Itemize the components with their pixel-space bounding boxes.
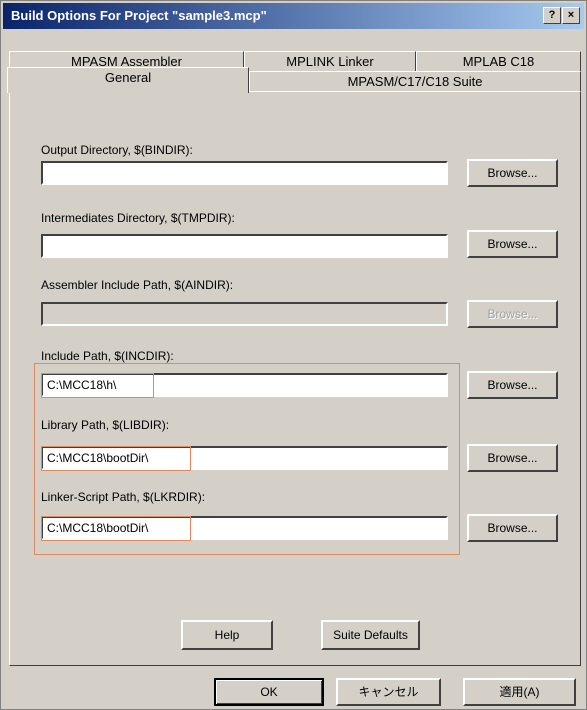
output-directory-input[interactable] [41, 161, 448, 185]
assembler-include-path-browse-button: Browse... [467, 300, 558, 328]
include-path-value: C:\MCC18\h\ [47, 378, 117, 392]
help-icon[interactable]: ? [543, 7, 561, 24]
tab-mplink-linker[interactable]: MPLINK Linker [244, 51, 416, 71]
intermediates-directory-input[interactable] [41, 234, 448, 258]
intermediates-directory-browse-button[interactable]: Browse... [467, 230, 558, 258]
library-path-label: Library Path, $(LIBDIR): [41, 418, 170, 432]
include-path-browse-button[interactable]: Browse... [467, 371, 558, 399]
close-icon[interactable]: × [562, 7, 580, 24]
build-options-dialog: Build Options For Project "sample3.mcp" … [0, 0, 587, 710]
cancel-button[interactable]: キャンセル [336, 678, 441, 706]
include-path-input[interactable]: C:\MCC18\h\ [41, 373, 448, 397]
include-path-label: Include Path, $(INCDIR): [41, 349, 174, 363]
assembler-include-path-label: Assembler Include Path, $(AINDIR): [41, 278, 234, 292]
output-directory-browse-button[interactable]: Browse... [467, 159, 558, 187]
tab-mplab-c18[interactable]: MPLAB C18 [416, 51, 581, 71]
help-button[interactable]: Help [181, 620, 273, 650]
suite-defaults-button[interactable]: Suite Defaults [321, 620, 420, 650]
linker-script-path-input[interactable]: C:\MCC18\bootDir\ [41, 516, 448, 540]
linker-script-path-browse-button[interactable]: Browse... [467, 514, 558, 542]
tab-mpasm-c17-c18-suite[interactable]: MPASM/C17/C18 Suite [249, 71, 581, 92]
library-path-browse-button[interactable]: Browse... [467, 444, 558, 472]
library-path-input[interactable]: C:\MCC18\bootDir\ [41, 446, 448, 470]
linker-script-path-value: C:\MCC18\bootDir\ [47, 521, 149, 535]
intermediates-directory-label: Intermediates Directory, $(TMPDIR): [41, 211, 235, 225]
linker-script-path-label: Linker-Script Path, $(LKRDIR): [41, 490, 206, 504]
window-title: Build Options For Project "sample3.mcp" [11, 8, 267, 23]
ok-button[interactable]: OK [214, 678, 324, 706]
apply-button[interactable]: 適用(A) [463, 678, 576, 706]
tab-general[interactable]: General [7, 67, 249, 93]
output-directory-label: Output Directory, $(BINDIR): [41, 143, 193, 157]
library-path-value: C:\MCC18\bootDir\ [47, 451, 149, 465]
title-bar: Build Options For Project "sample3.mcp" … [3, 3, 584, 29]
assembler-include-path-input [41, 302, 448, 326]
